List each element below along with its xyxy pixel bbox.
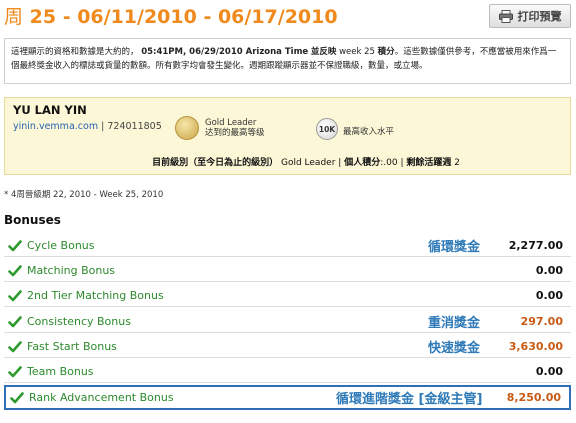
bonus-row-cycle: Cycle Bonus 循環獎金 2,277.00 (4, 235, 571, 257)
bonus-row-consistency: Consistency Bonus 重消獎金 297.00 (4, 311, 571, 333)
current-rank-value: Gold Leader (280, 158, 336, 168)
qualification-period-note: * 4周晉級期 22, 2010 - Week 25, 2010 (4, 190, 164, 200)
bonus-amount-rank-advancement: 8,250.00 (506, 391, 561, 404)
member-separator: | (101, 121, 105, 132)
remaining-weeks-value: 2 (454, 158, 460, 168)
disclaimer-time: 05:41PM, 06/29/2010 Arizona Time (141, 47, 309, 57)
disclaimer-box: 這裡顯示的資格和數據是大約的， 05:41PM, 06/29/2010 Ariz… (4, 38, 571, 84)
bonus-row-matching: Matching Bonus 0.00 (4, 260, 571, 282)
bonus-label-2nd-tier[interactable]: 2nd Tier Matching Bonus (27, 289, 164, 302)
bonus-amount-team: 0.00 (535, 365, 563, 378)
gold-leader-label: Gold Leader 达到的最高等级 (205, 118, 265, 138)
bonus-row-rank-advancement: Rank Advancement Bonus 循環進階獎金 [金級主管] 8,2… (4, 385, 571, 410)
check-icon (8, 366, 22, 378)
bonus-amount-consistency: 297.00 (520, 315, 563, 328)
personal-points-label: 個人積分 (344, 158, 381, 168)
10k-badge-icon: 10K (316, 118, 338, 140)
stats-pipe-1: | (338, 158, 342, 168)
bonus-label-rank-advancement[interactable]: Rank Advancement Bonus (29, 391, 174, 404)
check-icon (10, 392, 24, 404)
highest-income-label: 最高收入水平 (343, 127, 395, 137)
check-icon (8, 341, 22, 353)
check-icon (8, 265, 22, 277)
bonus-label-matching[interactable]: Matching Bonus (27, 264, 115, 277)
stats-pipe-2: | (400, 158, 404, 168)
bonus-chinese-cycle: 循環獎金 (428, 240, 481, 255)
bonuses-heading: Bonuses (4, 213, 61, 227)
personal-points-value: :.00 (380, 158, 398, 168)
member-stats: 目前級別（至今日為止的級別） Gold Leader | 個人積分:.00 | … (152, 155, 460, 168)
gold-leader-title: Gold Leader (205, 118, 257, 128)
disclaimer-week: week 25 (339, 47, 375, 57)
member-site-link[interactable]: yinin.vemma.com (13, 121, 98, 132)
bonus-row-2nd-tier: 2nd Tier Matching Bonus 0.00 (4, 285, 571, 307)
bonus-chinese-fast-start: 快速獎金 (428, 341, 481, 356)
bonus-chinese-consistency: 重消獎金 (428, 316, 481, 331)
disclaimer-points: 積分 (377, 47, 395, 57)
week-prefix: 周 (4, 6, 24, 28)
page-title: 周 25 - 06/11/2010 - 06/17/2010 (4, 2, 338, 29)
bonus-amount-2nd-tier: 0.00 (535, 289, 563, 302)
print-preview-button[interactable]: 打印預覽 (489, 4, 571, 28)
member-name: YU LAN YIN (13, 103, 87, 117)
bonus-chinese-rank-advancement: 循環進階獎金 [金級主管] (336, 392, 483, 407)
check-icon (8, 316, 22, 328)
member-sub: yinin.vemma.com | 724011805 (13, 121, 162, 132)
bonus-row-team: Team Bonus 0.00 (4, 361, 571, 383)
disclaimer-intro: 這裡顯示的資格和數據是大約的， (11, 47, 139, 57)
member-id: 724011805 (107, 121, 162, 132)
bonus-label-cycle[interactable]: Cycle Bonus (27, 239, 95, 252)
bonus-label-fast-start[interactable]: Fast Start Bonus (27, 340, 117, 353)
print-preview-label: 打印預覽 (517, 10, 562, 23)
gold-medal-icon (175, 116, 199, 140)
printer-icon (498, 9, 513, 23)
bonus-label-consistency[interactable]: Consistency Bonus (27, 315, 131, 328)
bonus-label-team[interactable]: Team Bonus (27, 365, 94, 378)
check-icon (8, 290, 22, 302)
bonus-amount-matching: 0.00 (535, 264, 563, 277)
member-summary: YU LAN YIN yinin.vemma.com | 724011805 G… (4, 97, 571, 175)
bonus-amount-fast-start: 3,630.00 (508, 340, 563, 353)
bonus-amount-cycle: 2,277.00 (508, 239, 563, 252)
check-icon (8, 240, 22, 252)
gold-leader-sub: 达到的最高等级 (205, 128, 265, 138)
current-rank-label: 目前級別（至今日為止的級別） (152, 158, 279, 168)
remaining-weeks-label: 剩餘活躍週 (406, 158, 452, 168)
week-range: 25 - 06/11/2010 - 06/17/2010 (29, 6, 338, 28)
bonus-row-fast-start: Fast Start Bonus 快速獎金 3,630.00 (4, 336, 571, 358)
disclaimer-reflect: 並反映 (310, 47, 337, 57)
